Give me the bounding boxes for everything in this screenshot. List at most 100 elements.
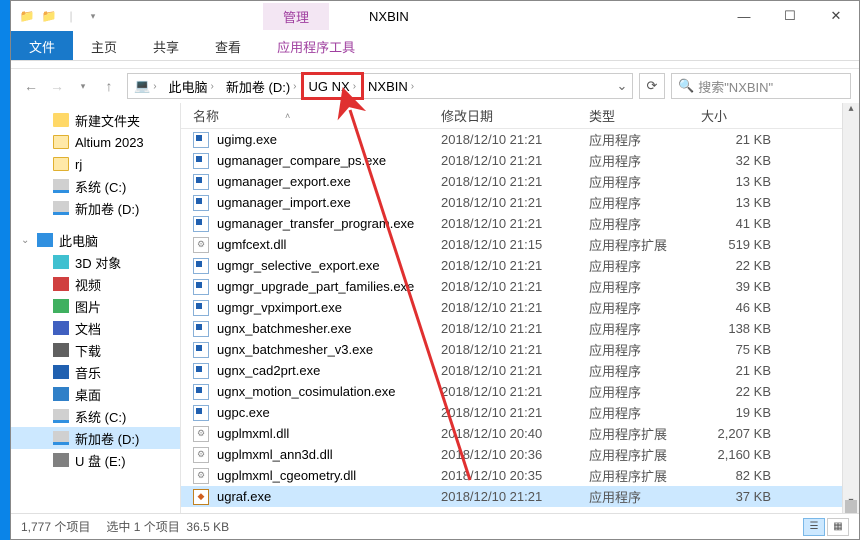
back-button[interactable]: ← [19,74,43,98]
file-date: 2018/12/10 21:21 [441,153,589,168]
file-type: 应用程序 [589,382,701,401]
file-date: 2018/12/10 20:35 [441,468,589,483]
file-row[interactable]: ugraf.exe2018/12/10 21:21应用程序37 KB [181,486,842,507]
file-name: ugraf.exe [217,489,271,504]
file-icon [193,342,209,358]
scroll-thumb[interactable] [845,500,857,513]
up-button[interactable]: ↑ [97,74,121,98]
chevron-right-icon[interactable]: › [153,81,156,92]
file-row[interactable]: ugmfcext.dll2018/12/10 21:15应用程序扩展519 KB [181,234,842,255]
file-row[interactable]: ugplmxml_ann3d.dll2018/12/10 20:36应用程序扩展… [181,444,842,465]
file-size: 2,207 KB [701,426,791,441]
file-date: 2018/12/10 20:40 [441,426,589,441]
file-size: 32 KB [701,153,791,168]
minimize-button[interactable]: — [721,1,767,31]
qat-item[interactable]: 📁 [39,6,59,26]
file-row[interactable]: ugplmxml.dll2018/12/10 20:40应用程序扩展2,207 … [181,423,842,444]
tab-file[interactable]: 文件 [11,31,73,60]
recent-dropdown-icon[interactable]: ▾ [71,74,95,98]
nav-item[interactable]: 3D 对象 [11,251,180,273]
file-date: 2018/12/10 21:21 [441,405,589,420]
tab-app-tools[interactable]: 应用程序工具 [259,31,373,60]
file-type: 应用程序扩展 [589,235,701,254]
breadcrumb-seg[interactable]: NXBIN› [362,74,420,98]
folder-icon [53,113,69,127]
file-type: 应用程序 [589,256,701,275]
nav-item[interactable]: 新加卷 (D:) [11,197,180,219]
file-row[interactable]: ugmgr_upgrade_part_families.exe2018/12/1… [181,276,842,297]
col-size[interactable]: 大小 [701,106,791,125]
qat-dropdown-icon[interactable]: ▾ [83,6,103,26]
file-row[interactable]: ugmanager_compare_ps.exe2018/12/10 21:21… [181,150,842,171]
nav-item[interactable]: 图片 [11,295,180,317]
explorer-window: 📁 📁 | ▾ 管理 NXBIN — ☐ ✕ 文件 主页 共享 查看 应用程序工… [10,0,860,540]
chevron-right-icon[interactable]: › [211,81,214,92]
breadcrumb-seg[interactable]: UG NX› [303,74,363,98]
view-icons-button[interactable]: ▦ [827,518,849,536]
nav-item[interactable]: 音乐 [11,361,180,383]
tab-home[interactable]: 主页 [73,31,135,60]
chevron-right-icon[interactable]: › [293,81,296,92]
breadcrumb-seg[interactable]: 新加卷 (D:)› [220,74,303,98]
nav-item[interactable]: 新建文件夹 [11,109,180,131]
col-date[interactable]: 修改日期 [441,106,589,125]
file-row[interactable]: ugmgr_selective_export.exe2018/12/10 21:… [181,255,842,276]
forward-button[interactable]: → [45,74,69,98]
file-size: 519 KB [701,237,791,252]
expand-icon[interactable]: ⌄ [21,235,29,246]
file-date: 2018/12/10 21:21 [441,174,589,189]
file-name: ugmanager_transfer_program.exe [217,216,414,231]
drive-icon [53,343,69,357]
file-row[interactable]: ugmanager_import.exe2018/12/10 21:21应用程序… [181,192,842,213]
nav-pane: 新建文件夹Altium 2023rj系统 (C:)新加卷 (D:)⌄此电脑3D … [11,103,181,513]
file-row[interactable]: ugimg.exe2018/12/10 21:21应用程序21 KB [181,129,842,150]
file-type: 应用程序 [589,340,701,359]
maximize-button[interactable]: ☐ [767,1,813,31]
nav-item[interactable]: U 盘 (E:) [11,449,180,471]
tab-share[interactable]: 共享 [135,31,197,60]
search-input[interactable]: 🔍 搜索"NXBIN" [671,73,851,99]
drive-icon [53,409,69,423]
file-icon [193,363,209,379]
address-bar[interactable]: 💻› 此电脑›新加卷 (D:)›UG NX›NXBIN›⌄ [127,73,633,99]
folder-icon [53,135,69,149]
close-button[interactable]: ✕ [813,1,859,31]
file-date: 2018/12/10 21:21 [441,279,589,294]
nav-thispc[interactable]: ⌄此电脑 [11,229,180,251]
file-row[interactable]: ugnx_batchmesher_v3.exe2018/12/10 21:21应… [181,339,842,360]
view-details-button[interactable]: ☰ [803,518,825,536]
file-row[interactable]: ugplmxml_cgeometry.dll2018/12/10 20:35应用… [181,465,842,486]
file-type: 应用程序 [589,319,701,338]
address-row: ← → ▾ ↑ 💻› 此电脑›新加卷 (D:)›UG NX›NXBIN›⌄ ⟳ … [11,69,859,103]
tab-view[interactable]: 查看 [197,31,259,60]
nav-item[interactable]: rj [11,153,180,175]
file-row[interactable]: ugnx_batchmesher.exe2018/12/10 21:21应用程序… [181,318,842,339]
file-row[interactable]: ugnx_cad2prt.exe2018/12/10 21:21应用程序21 K… [181,360,842,381]
refresh-button[interactable]: ⟳ [639,73,665,99]
file-row[interactable]: ugmanager_export.exe2018/12/10 21:21应用程序… [181,171,842,192]
file-row[interactable]: ugmgr_vpximport.exe2018/12/10 21:21应用程序4… [181,297,842,318]
nav-item[interactable]: 文档 [11,317,180,339]
file-row[interactable]: ugnx_motion_cosimulation.exe2018/12/10 2… [181,381,842,402]
file-row[interactable]: ugpc.exe2018/12/10 21:21应用程序19 KB [181,402,842,423]
col-type[interactable]: 类型 [589,106,701,125]
nav-item[interactable]: 视频 [11,273,180,295]
chevron-right-icon[interactable]: › [411,81,414,92]
col-name[interactable]: 名称˄ [193,106,441,125]
file-row[interactable]: ugmanager_transfer_program.exe2018/12/10… [181,213,842,234]
scrollbar[interactable]: ▴ ▾ [842,103,859,513]
file-name: ugmgr_vpximport.exe [217,300,342,315]
chevron-right-icon[interactable]: › [353,81,356,92]
address-dropdown-icon[interactable]: ⌄ [612,78,632,94]
file-name: ugplmxml_cgeometry.dll [217,468,356,483]
file-date: 2018/12/10 21:21 [441,258,589,273]
nav-item[interactable]: 系统 (C:) [11,405,180,427]
nav-item[interactable]: 下载 [11,339,180,361]
scroll-up-icon[interactable]: ▴ [843,103,859,120]
nav-item[interactable]: 新加卷 (D:) [11,427,180,449]
nav-item[interactable]: Altium 2023 [11,131,180,153]
breadcrumb-seg[interactable]: 此电脑› [163,74,220,98]
nav-item[interactable]: 桌面 [11,383,180,405]
nav-item[interactable]: 系统 (C:) [11,175,180,197]
file-list: ugimg.exe2018/12/10 21:21应用程序21 KBugmana… [181,129,842,513]
